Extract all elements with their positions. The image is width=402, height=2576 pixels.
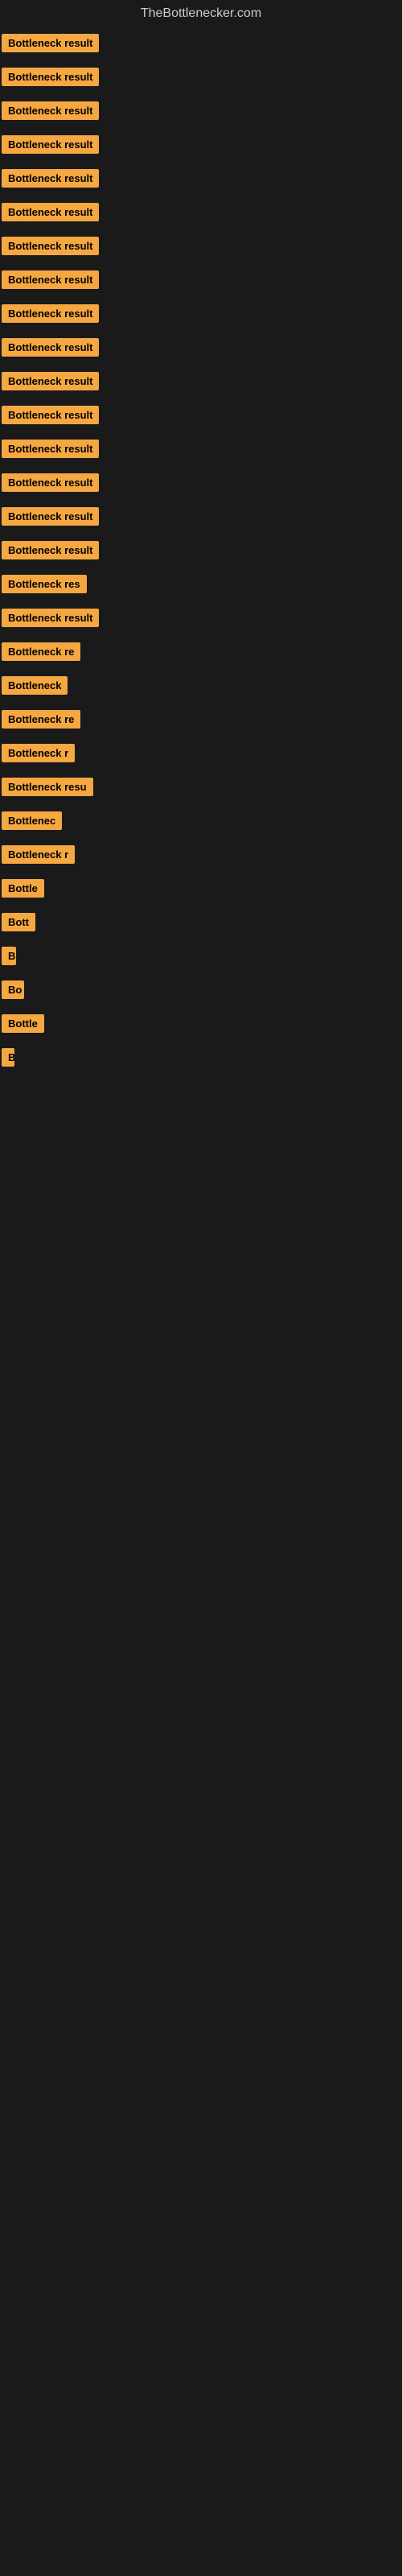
bottleneck-label[interactable]: Bottleneck result — [2, 507, 99, 526]
list-item: Bo — [2, 977, 400, 1006]
bottleneck-label[interactable]: Bottleneck result — [2, 609, 99, 627]
list-item: Bottleneck res — [2, 572, 400, 601]
list-item: Bottleneck — [2, 673, 400, 702]
bottleneck-label[interactable]: Bottleneck r — [2, 744, 75, 762]
list-item: B — [2, 1045, 400, 1074]
list-item: Bottleneck re — [2, 639, 400, 668]
bottleneck-label[interactable]: B — [2, 1048, 14, 1067]
site-title: TheBottlenecker.com — [0, 0, 402, 27]
site-header: TheBottlenecker.com — [0, 0, 402, 27]
bottleneck-label[interactable]: Bottleneck resu — [2, 778, 93, 796]
list-item: Bottleneck result — [2, 132, 400, 161]
bottleneck-label[interactable]: Bottleneck re — [2, 710, 80, 729]
bottleneck-label[interactable]: Bottle — [2, 879, 44, 898]
list-item: Bottleneck result — [2, 369, 400, 398]
bottleneck-label[interactable]: Bottleneck res — [2, 575, 87, 593]
bottleneck-label[interactable]: Bott — [2, 913, 35, 931]
list-item: Bottleneck result — [2, 98, 400, 127]
bottleneck-label[interactable]: Bottleneck re — [2, 642, 80, 661]
list-item: Bottleneck result — [2, 335, 400, 364]
bottleneck-label[interactable]: Bottlenec — [2, 811, 62, 830]
list-item: Bottleneck result — [2, 504, 400, 533]
bottleneck-label[interactable]: Bottle — [2, 1014, 44, 1033]
bottleneck-label[interactable]: Bottleneck result — [2, 406, 99, 424]
list-item: Bottle — [2, 1011, 400, 1040]
list-item: Bottleneck re — [2, 707, 400, 736]
list-item: Bottleneck result — [2, 64, 400, 93]
bottleneck-label[interactable]: Bottleneck result — [2, 34, 99, 52]
list-item: Bottleneck result — [2, 267, 400, 296]
bottleneck-label[interactable]: Bottleneck result — [2, 169, 99, 188]
bottleneck-label[interactable]: Bottleneck result — [2, 68, 99, 86]
bottleneck-label[interactable]: B — [2, 947, 16, 965]
bottleneck-label[interactable]: Bottleneck result — [2, 338, 99, 357]
list-item: Bott — [2, 910, 400, 939]
list-item: Bottleneck r — [2, 842, 400, 871]
bottleneck-label[interactable]: Bottleneck result — [2, 372, 99, 390]
bottleneck-label[interactable]: Bo — [2, 980, 24, 999]
items-container: Bottleneck result Bottleneck result Bottle… — [0, 27, 402, 1082]
bottleneck-label[interactable]: Bottleneck result — [2, 203, 99, 221]
list-item: B — [2, 943, 400, 972]
list-item: Bottleneck r — [2, 741, 400, 770]
list-item: Bottlenec — [2, 808, 400, 837]
bottleneck-label[interactable]: Bottleneck result — [2, 541, 99, 559]
list-item: Bottleneck resu — [2, 774, 400, 803]
list-item: Bottleneck result — [2, 301, 400, 330]
list-item: Bottleneck result — [2, 605, 400, 634]
list-item: Bottleneck result — [2, 233, 400, 262]
list-item: Bottleneck result — [2, 31, 400, 60]
list-item: Bottleneck result — [2, 470, 400, 499]
bottleneck-label[interactable]: Bottleneck result — [2, 101, 99, 120]
list-item: Bottleneck result — [2, 538, 400, 567]
bottleneck-label[interactable]: Bottleneck result — [2, 473, 99, 492]
bottleneck-label[interactable]: Bottleneck r — [2, 845, 75, 864]
bottleneck-label[interactable]: Bottleneck — [2, 676, 68, 695]
bottleneck-label[interactable]: Bottleneck result — [2, 237, 99, 255]
list-item: Bottle — [2, 876, 400, 905]
bottleneck-label[interactable]: Bottleneck result — [2, 270, 99, 289]
list-item: Bottleneck result — [2, 402, 400, 431]
list-item: Bottleneck result — [2, 200, 400, 229]
list-item: Bottleneck result — [2, 436, 400, 465]
list-item: Bottleneck result — [2, 166, 400, 195]
bottleneck-label[interactable]: Bottleneck result — [2, 440, 99, 458]
bottleneck-label[interactable]: Bottleneck result — [2, 304, 99, 323]
bottleneck-label[interactable]: Bottleneck result — [2, 135, 99, 154]
